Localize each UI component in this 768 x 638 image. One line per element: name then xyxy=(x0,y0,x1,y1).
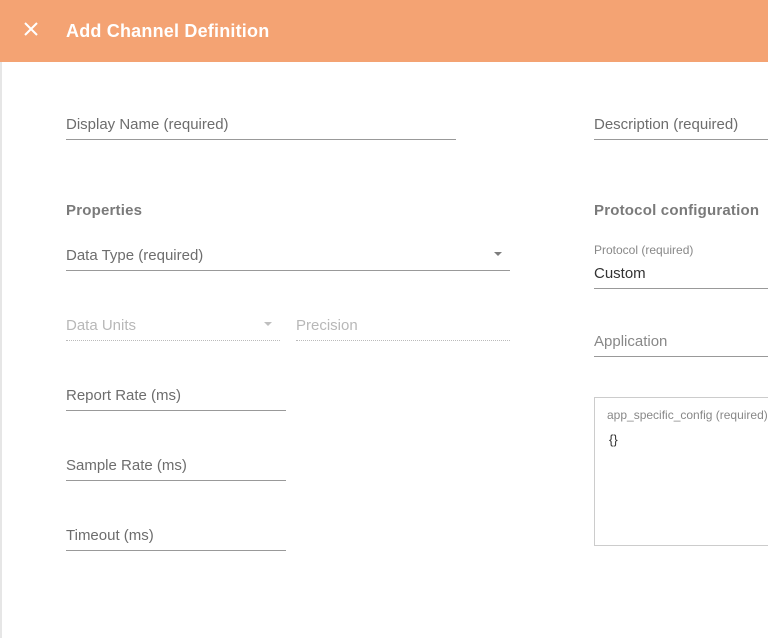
protocol-value[interactable]: Custom xyxy=(594,263,768,289)
dropdown-caret-icon xyxy=(262,317,274,335)
precision-input[interactable] xyxy=(296,313,510,341)
timeout-field xyxy=(66,523,510,551)
dialog-header: Add Channel Definition xyxy=(0,0,768,62)
description-field xyxy=(594,112,768,140)
right-column: Protocol configuration Protocol (require… xyxy=(594,112,768,593)
report-rate-input[interactable] xyxy=(66,383,286,411)
data-type-select[interactable] xyxy=(66,243,510,271)
sample-rate-input[interactable] xyxy=(66,453,286,481)
description-input[interactable] xyxy=(594,112,768,140)
close-icon xyxy=(23,21,39,42)
precision-field xyxy=(296,313,510,341)
display-name-input[interactable] xyxy=(66,112,456,140)
application-field xyxy=(594,329,768,357)
properties-section-title: Properties xyxy=(66,202,510,219)
app-config-textarea[interactable] xyxy=(607,430,768,530)
close-button[interactable] xyxy=(18,18,44,44)
app-config-box: app_specific_config (required) xyxy=(594,397,768,546)
dialog-body: Properties xyxy=(0,62,768,638)
app-config-label: app_specific_config (required) xyxy=(607,408,768,422)
data-units-select[interactable] xyxy=(66,313,280,341)
timeout-input[interactable] xyxy=(66,523,286,551)
dialog-root: Add Channel Definition Properties xyxy=(0,0,768,638)
protocol-field[interactable]: Protocol (required) Custom xyxy=(594,243,768,289)
application-input[interactable] xyxy=(594,329,768,357)
report-rate-field xyxy=(66,383,510,411)
dropdown-caret-icon xyxy=(492,247,504,265)
protocol-label: Protocol (required) xyxy=(594,243,768,257)
data-type-input[interactable] xyxy=(66,243,510,271)
left-column: Properties xyxy=(66,112,510,593)
protocol-section-title: Protocol configuration xyxy=(594,202,768,219)
sample-rate-field xyxy=(66,453,510,481)
dialog-title: Add Channel Definition xyxy=(66,21,269,42)
display-name-field xyxy=(66,112,456,140)
data-units-input[interactable] xyxy=(66,313,280,341)
